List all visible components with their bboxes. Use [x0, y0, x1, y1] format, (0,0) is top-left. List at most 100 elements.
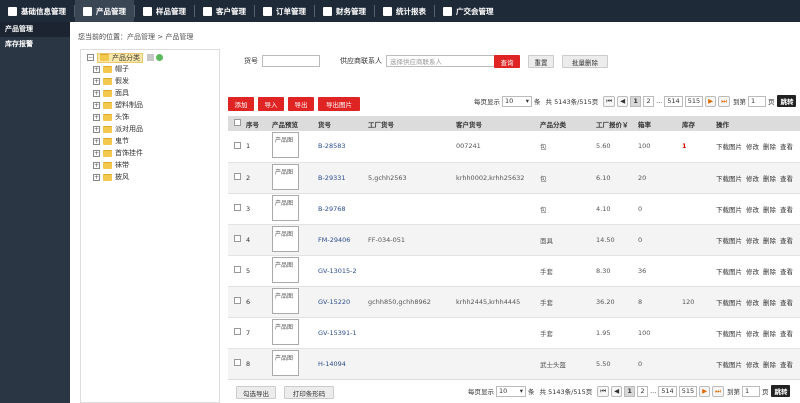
- export-selected-button[interactable]: 勾选导出: [236, 386, 276, 399]
- sku-cell[interactable]: FM-29406: [318, 224, 368, 255]
- page-number[interactable]: 515: [678, 385, 698, 397]
- product-thumbnail[interactable]: 产品图: [272, 194, 299, 221]
- last-page-icon[interactable]: ⏭: [712, 385, 724, 397]
- edit-link[interactable]: 修改: [746, 141, 759, 151]
- per-page-select[interactable]: 10 ▾: [502, 95, 532, 107]
- delete-link[interactable]: 删除: [763, 141, 776, 151]
- expand-icon[interactable]: +: [93, 77, 100, 85]
- view-link[interactable]: 查看: [780, 173, 793, 183]
- next-page-icon[interactable]: ▶: [699, 385, 711, 397]
- tree-item[interactable]: + 头饰: [93, 112, 129, 122]
- expand-icon[interactable]: +: [93, 89, 100, 97]
- expand-icon[interactable]: +: [93, 137, 100, 145]
- tree-item[interactable]: + 塑料制品: [93, 100, 143, 110]
- supplier-input[interactable]: 选择供应商联系人: [386, 55, 498, 67]
- export-button[interactable]: 导出: [288, 97, 314, 111]
- edit-link[interactable]: 修改: [746, 204, 759, 214]
- delete-link[interactable]: 删除: [763, 173, 776, 183]
- export-images-button[interactable]: 导出图片: [318, 97, 360, 111]
- next-page-icon[interactable]: ▶: [705, 95, 717, 107]
- sidebar-item-stock-alert[interactable]: 库存报警: [0, 37, 70, 52]
- print-barcode-button[interactable]: 打印条形码: [284, 386, 334, 399]
- page-number[interactable]: 2: [643, 95, 655, 107]
- search-button[interactable]: 查询: [494, 55, 520, 68]
- batch-delete-button[interactable]: 批量删除: [562, 55, 608, 68]
- product-thumbnail[interactable]: 产品图: [272, 225, 299, 252]
- view-link[interactable]: 查看: [780, 204, 793, 214]
- expand-icon[interactable]: +: [93, 161, 100, 169]
- download-image-link[interactable]: 下载图片: [716, 235, 742, 245]
- download-image-link[interactable]: 下载图片: [716, 141, 742, 151]
- nav-item-finance-management[interactable]: 财务管理: [315, 0, 374, 22]
- delete-link[interactable]: 删除: [763, 266, 776, 276]
- download-image-link[interactable]: 下载图片: [716, 173, 742, 183]
- sidebar-item-product-management[interactable]: 产品管理: [0, 22, 70, 37]
- download-image-link[interactable]: 下载图片: [716, 328, 742, 338]
- edit-link[interactable]: 修改: [746, 173, 759, 183]
- nav-item-sample-management[interactable]: 样品管理: [135, 0, 194, 22]
- sku-cell[interactable]: B-28583: [318, 131, 368, 162]
- tree-item[interactable]: + 鬼节: [93, 136, 129, 146]
- edit-link[interactable]: 修改: [746, 359, 759, 369]
- per-page-select[interactable]: 10 ▾: [496, 385, 526, 397]
- row-checkbox[interactable]: [233, 266, 241, 273]
- sku-cell[interactable]: B-29331: [318, 162, 368, 193]
- sku-input[interactable]: [262, 55, 320, 67]
- download-image-link[interactable]: 下载图片: [716, 297, 742, 307]
- page-number[interactable]: 2: [637, 385, 649, 397]
- prev-page-icon[interactable]: ◀: [617, 95, 629, 107]
- delete-link[interactable]: 删除: [763, 297, 776, 307]
- reset-button[interactable]: 重置: [528, 55, 554, 68]
- nav-item-statistics-reports[interactable]: 统计报表: [375, 0, 434, 22]
- tree-root[interactable]: − 产品分类: [87, 52, 163, 63]
- nav-item-product-management[interactable]: 产品管理: [75, 0, 134, 22]
- product-thumbnail[interactable]: 产品图: [272, 287, 299, 314]
- add-icon[interactable]: [156, 54, 163, 61]
- jump-button[interactable]: 跳转: [777, 95, 797, 107]
- view-link[interactable]: 查看: [780, 235, 793, 245]
- row-checkbox[interactable]: [233, 328, 241, 335]
- sku-cell[interactable]: GV-15220: [318, 286, 368, 317]
- page-number[interactable]: 1: [630, 95, 642, 107]
- import-button[interactable]: 导入: [258, 97, 284, 111]
- product-thumbnail[interactable]: 产品图: [272, 163, 299, 190]
- expand-icon[interactable]: +: [93, 113, 100, 121]
- row-checkbox[interactable]: [233, 297, 241, 304]
- view-link[interactable]: 查看: [780, 328, 793, 338]
- row-checkbox[interactable]: [233, 141, 241, 149]
- page-number[interactable]: 514: [658, 385, 677, 397]
- page-number[interactable]: 1: [624, 385, 636, 397]
- delete-link[interactable]: 删除: [763, 359, 776, 369]
- goto-input[interactable]: 1: [741, 385, 760, 397]
- nav-item-order-management[interactable]: 订单管理: [255, 0, 314, 22]
- page-number[interactable]: 514: [664, 95, 683, 107]
- download-image-link[interactable]: 下载图片: [716, 266, 742, 276]
- nav-item-basic-info[interactable]: 基础信息管理: [0, 0, 74, 22]
- nav-item-customer-management[interactable]: 客户管理: [195, 0, 254, 22]
- goto-input[interactable]: 1: [747, 95, 766, 107]
- expand-icon[interactable]: +: [93, 173, 100, 181]
- product-thumbnail[interactable]: 产品图: [272, 256, 299, 283]
- row-checkbox[interactable]: [233, 235, 241, 242]
- view-link[interactable]: 查看: [780, 297, 793, 307]
- add-button[interactable]: 添加: [228, 97, 254, 111]
- select-all-checkbox[interactable]: [233, 119, 241, 126]
- tree-item[interactable]: + 派对用品: [93, 124, 143, 134]
- sku-cell[interactable]: H-14094: [318, 348, 368, 379]
- expand-icon[interactable]: +: [93, 101, 100, 109]
- first-page-icon[interactable]: ⏮: [597, 385, 610, 397]
- view-link[interactable]: 查看: [780, 266, 793, 276]
- edit-icon[interactable]: [147, 54, 154, 61]
- sku-cell[interactable]: B-29768: [318, 193, 368, 224]
- jump-button[interactable]: 跳转: [771, 385, 791, 397]
- delete-link[interactable]: 删除: [763, 328, 776, 338]
- last-page-icon[interactable]: ⏭: [718, 95, 730, 107]
- sku-cell[interactable]: GV-15391-1: [318, 317, 368, 348]
- tree-item[interactable]: + 披风: [93, 172, 129, 182]
- download-image-link[interactable]: 下载图片: [716, 359, 742, 369]
- collapse-icon[interactable]: −: [87, 54, 94, 61]
- nav-item-canton-fair[interactable]: 广交会管理: [435, 0, 502, 22]
- edit-link[interactable]: 修改: [746, 297, 759, 307]
- tree-item[interactable]: + 面具: [93, 88, 129, 98]
- tree-item[interactable]: + 帽子: [93, 64, 129, 74]
